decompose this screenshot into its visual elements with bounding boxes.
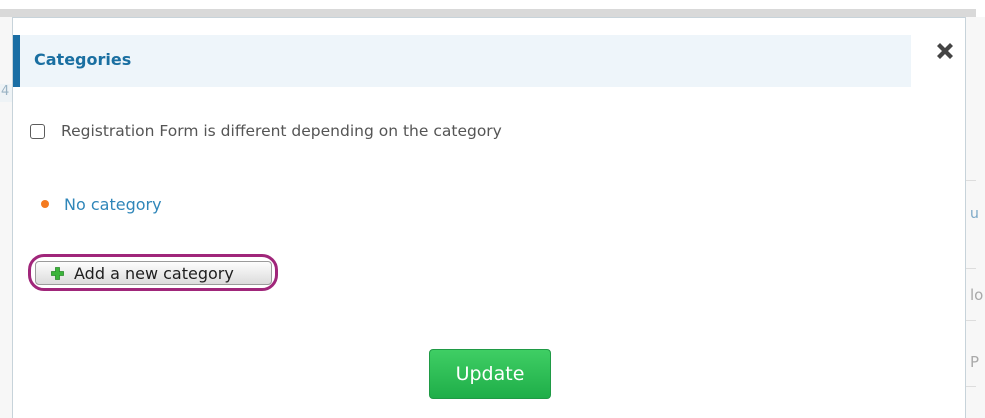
top-strip xyxy=(0,0,985,9)
close-button[interactable] xyxy=(933,39,957,63)
background-left-edge xyxy=(0,17,12,418)
categories-dialog: Categories Registration Form is differen… xyxy=(12,17,966,418)
background-divider xyxy=(966,268,976,269)
plus-icon xyxy=(51,266,64,280)
dialog-title: Categories xyxy=(34,50,132,69)
update-button[interactable]: Update xyxy=(429,349,551,399)
background-right-text: P xyxy=(970,353,980,371)
category-option-row: Registration Form is different depending… xyxy=(30,120,502,142)
category-link[interactable]: No category xyxy=(64,195,162,214)
category-list-item: No category xyxy=(41,193,162,215)
dialog-header: Categories xyxy=(13,35,911,87)
add-category-button[interactable]: Add a new category xyxy=(35,261,272,285)
background-right-text: u xyxy=(970,206,979,222)
close-icon xyxy=(937,43,953,59)
add-category-label: Add a new category xyxy=(74,263,234,283)
background-divider xyxy=(966,180,976,181)
background-left-text: 4 xyxy=(1,84,10,99)
background-right-text: lo xyxy=(970,286,984,304)
overlay-band xyxy=(0,9,976,17)
category-dependent-checkbox[interactable] xyxy=(30,123,45,139)
checkbox-label: Registration Form is different depending… xyxy=(61,122,502,140)
bullet-icon xyxy=(41,200,49,208)
background-divider xyxy=(966,386,976,387)
background-divider xyxy=(966,320,976,321)
